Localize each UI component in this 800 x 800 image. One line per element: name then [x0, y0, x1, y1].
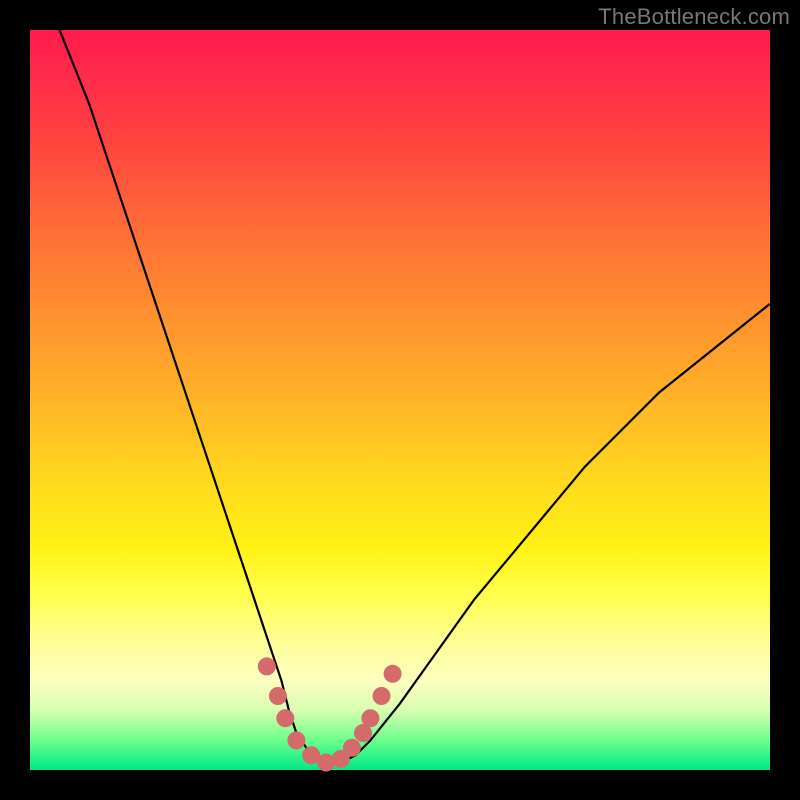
highlight-dot — [373, 687, 391, 705]
plot-area — [30, 30, 770, 770]
chart-frame: TheBottleneck.com — [0, 0, 800, 800]
curve-layer — [60, 30, 770, 763]
highlight-dot — [361, 709, 379, 727]
bottleneck-curve — [60, 30, 770, 763]
highlight-dot — [287, 731, 305, 749]
highlight-dot — [258, 657, 276, 675]
highlight-dot — [384, 665, 402, 683]
highlight-dot — [343, 739, 361, 757]
highlight-dot — [276, 709, 294, 727]
highlight-dot — [269, 687, 287, 705]
chart-svg — [30, 30, 770, 770]
watermark-text: TheBottleneck.com — [598, 4, 790, 30]
